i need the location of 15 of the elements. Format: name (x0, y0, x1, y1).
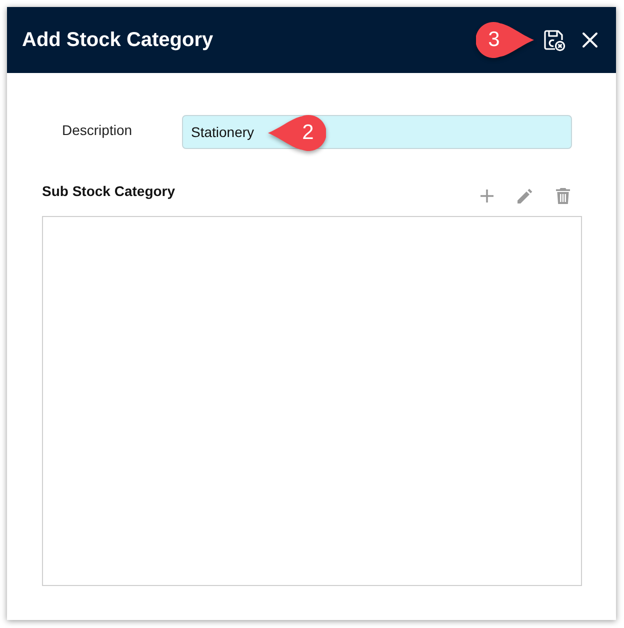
close-button[interactable] (581, 31, 599, 49)
floppy-disk-icon (542, 28, 566, 52)
trash-icon (556, 188, 570, 204)
add-button[interactable] (478, 187, 496, 205)
close-icon (582, 32, 598, 48)
plus-icon (480, 189, 494, 203)
callout-badge: 2 (268, 115, 326, 151)
delete-button[interactable] (554, 187, 572, 205)
section-title: Sub Stock Category (42, 183, 176, 199)
edit-button[interactable] (516, 187, 534, 205)
pencil-icon (517, 188, 533, 204)
dialog-title: Add Stock Category (22, 28, 214, 52)
callout-badge: 3 (476, 22, 534, 58)
field-label: Description (61, 122, 134, 138)
save-button[interactable] (541, 27, 567, 53)
